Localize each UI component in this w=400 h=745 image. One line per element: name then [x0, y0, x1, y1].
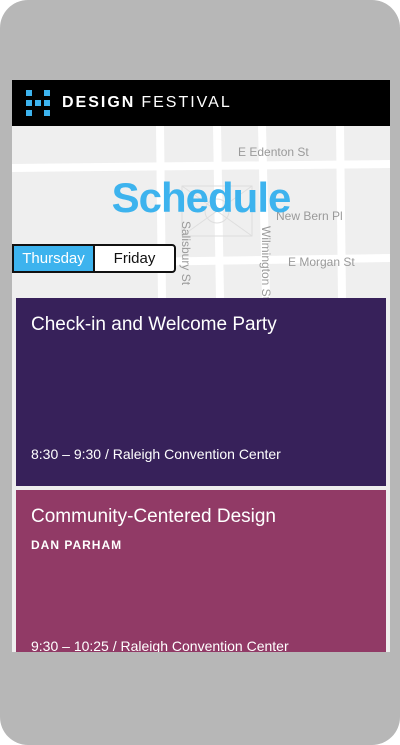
device-frame: DESIGN FESTIVAL E Edenton St New Bern Pl…	[0, 0, 400, 745]
event-speaker: DAN PARHAM	[31, 538, 123, 552]
brand-light: FESTIVAL	[141, 94, 232, 111]
phone-screen: DESIGN FESTIVAL E Edenton St New Bern Pl…	[12, 80, 390, 652]
brand-name[interactable]: DESIGN FESTIVAL	[62, 94, 232, 112]
svg-text:Salisbury St: Salisbury St	[179, 221, 193, 286]
day-tabs: Thursday Friday	[12, 244, 176, 273]
event-time-location: 8:30 – 9:30 / Raleigh Convention Center	[31, 446, 281, 462]
event-card[interactable]: Check-in and Welcome Party 8:30 – 9:30 /…	[16, 298, 386, 486]
svg-text:Wilmington St: Wilmington St	[259, 226, 273, 298]
svg-text:E Morgan St: E Morgan St	[288, 255, 355, 269]
tab-thursday[interactable]: Thursday	[14, 246, 93, 271]
top-bar: DESIGN FESTIVAL	[12, 80, 390, 126]
event-card[interactable]: Community-Centered Design DAN PARHAM 9:3…	[16, 490, 386, 652]
page-title: Schedule	[111, 174, 292, 221]
svg-text:E Edenton St: E Edenton St	[238, 145, 309, 159]
event-title: Check-in and Welcome Party	[31, 314, 277, 335]
tab-friday[interactable]: Friday	[93, 246, 174, 271]
design-festival-logo-icon[interactable]	[26, 90, 50, 116]
event-time-location: 9:30 – 10:25 / Raleigh Convention Center	[31, 638, 289, 652]
brand-bold: DESIGN	[62, 94, 136, 111]
event-title: Community-Centered Design	[31, 506, 276, 527]
